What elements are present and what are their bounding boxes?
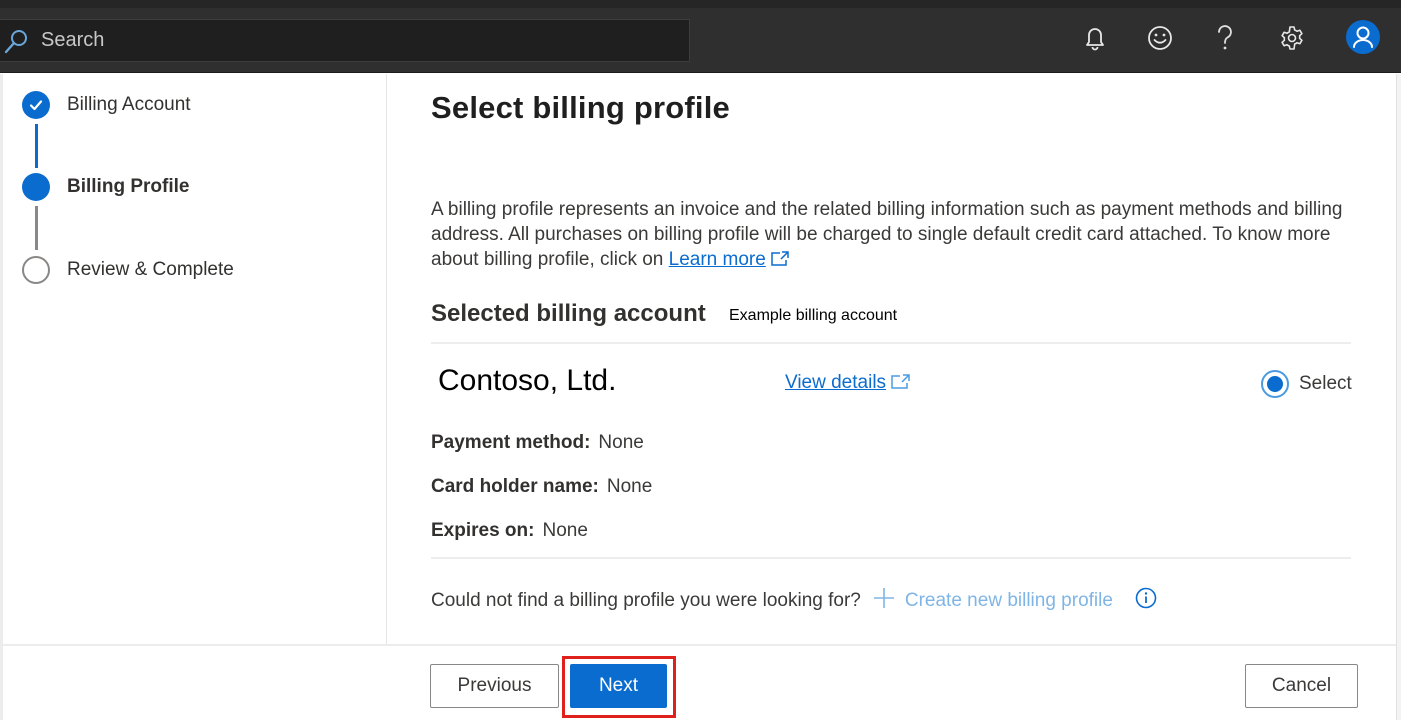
feedback-button[interactable] <box>1140 20 1180 60</box>
description: A billing profile represents an invoice … <box>431 197 1356 274</box>
plus-icon <box>873 587 895 615</box>
help-button[interactable] <box>1205 20 1245 60</box>
top-bar <box>0 0 1401 73</box>
learn-more-link[interactable]: Learn more <box>669 249 766 270</box>
step-label: Review & Complete <box>67 259 234 280</box>
section-title: Selected billing account <box>431 300 706 327</box>
step-billing-profile[interactable]: Billing Profile <box>22 173 189 201</box>
not-found-text: Could not find a billing profile you wer… <box>431 590 861 611</box>
external-link-icon <box>770 249 790 274</box>
top-bar-shade <box>0 0 1401 8</box>
checkmark-circle-icon <box>22 91 50 119</box>
field-value: None <box>598 432 644 453</box>
avatar-icon <box>1346 19 1380 59</box>
view-details: View details <box>785 372 912 396</box>
search-input[interactable] <box>41 29 641 52</box>
step-label: Billing Account <box>67 94 191 115</box>
settings-button[interactable] <box>1272 20 1312 60</box>
field-label: Expires on: <box>431 520 535 541</box>
not-found-row: Could not find a billing profile you wer… <box>431 587 1157 615</box>
gear-icon <box>1279 25 1305 56</box>
step-connector-completed <box>35 124 38 168</box>
scrollbar[interactable] <box>1396 74 1401 720</box>
description-text: A billing profile represents an invoice … <box>431 199 1343 270</box>
divider <box>431 557 1351 559</box>
field-value: None <box>542 520 588 541</box>
field-label: Card holder name: <box>431 476 599 497</box>
view-details-link[interactable]: View details <box>785 372 886 393</box>
select-radio[interactable]: Select <box>1261 370 1352 398</box>
step-review-complete[interactable]: Review & Complete <box>22 256 234 284</box>
step-label: Billing Profile <box>67 176 190 197</box>
field-label: Payment method: <box>431 432 591 453</box>
current-step-dot-icon <box>22 173 50 201</box>
payment-method-row: Payment method: None <box>431 432 644 454</box>
card-holder-row: Card holder name: None <box>431 476 652 498</box>
step-connector-pending <box>35 206 38 250</box>
radio-button[interactable] <box>1261 370 1289 398</box>
radio-label: Select <box>1299 373 1352 394</box>
search-icon <box>3 27 31 55</box>
external-link-icon <box>890 374 912 396</box>
page-title: Select billing profile <box>431 90 730 125</box>
empty-circle-icon <box>22 256 50 284</box>
notifications-button[interactable] <box>1075 20 1115 60</box>
account-name: Contoso, Ltd. <box>438 364 617 397</box>
next-button[interactable]: Next <box>570 664 667 708</box>
create-billing-profile-label: Create new billing profile <box>904 590 1113 611</box>
expires-on-row: Expires on: None <box>431 520 588 542</box>
example-note: Example billing account <box>729 307 898 324</box>
radio-selected-dot <box>1267 376 1283 392</box>
field-value: None <box>606 476 653 497</box>
step-billing-account[interactable]: Billing Account <box>22 91 191 119</box>
account-button[interactable] <box>1343 19 1383 59</box>
cancel-button[interactable]: Cancel <box>1245 664 1358 708</box>
previous-button[interactable]: Previous <box>430 664 559 708</box>
bell-icon <box>1083 25 1107 56</box>
divider <box>431 342 1351 344</box>
search-box[interactable] <box>0 19 690 62</box>
wizard-footer: Previous Next Cancel <box>3 644 1396 720</box>
wizard-stepper: Billing Account Billing Profile Review &… <box>0 74 387 645</box>
smiley-icon <box>1147 25 1173 56</box>
create-billing-profile-link[interactable]: Create new billing profile <box>873 587 1113 615</box>
question-mark-icon <box>1214 24 1236 57</box>
info-icon[interactable] <box>1135 587 1157 615</box>
